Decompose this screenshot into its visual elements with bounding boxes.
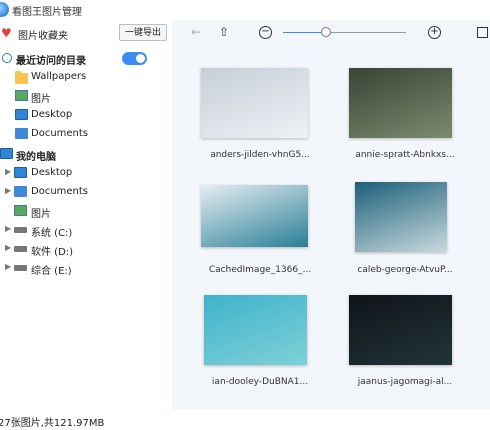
sidebar-item-label: Desktop [31, 109, 73, 120]
recent-dirs-label: 最近访问的目录 [16, 56, 86, 67]
thumbnail-image[interactable] [201, 68, 308, 138]
sidebar-item-label: 图片 [31, 94, 51, 105]
sidebar-item-desktop-recent[interactable]: Desktop [0, 107, 172, 125]
sidebar-item-label: Wallpapers [31, 71, 87, 82]
sidebar: ♥ 图片收藏夹 一键导出 最近访问的目录 Wallpapers 图片 Deskt… [0, 20, 172, 410]
zoom-out-icon[interactable]: − [259, 26, 272, 39]
zoom-slider-fill [283, 32, 327, 33]
sidebar-item-label: 综合 (E:) [31, 266, 72, 277]
favorites-label: 图片收藏夹 [18, 31, 68, 42]
thumbnail-caption: ian-dooley-DuBNA1... [211, 377, 309, 387]
picture-icon [15, 90, 28, 101]
zoom-in-icon[interactable]: + [428, 26, 441, 39]
title-bar: 看图王图片管理 [0, 0, 490, 20]
window-title: 看图王图片管理 [12, 7, 82, 18]
chevron-right-icon[interactable]: ▶ [5, 224, 11, 233]
sidebar-item-label: 软件 (D:) [31, 247, 74, 258]
sidebar-item-documents-recent[interactable]: Documents [0, 126, 172, 144]
thumbnail-image[interactable] [204, 295, 307, 365]
thumbnail-item[interactable]: ian-dooley-DuBNA1... [200, 295, 320, 395]
thumbnail-item[interactable]: annie-spratt-Abnkxs... [345, 68, 465, 168]
thumbnail-item[interactable]: CachedImage_1366_... [200, 183, 320, 283]
thumbnail-image[interactable] [349, 68, 452, 138]
thumbnail-item[interactable]: caleb-george-AtvuP... [345, 182, 465, 283]
thumbnail-caption: anders-jilden-vhnG5... [210, 150, 310, 160]
computer-icon [0, 148, 13, 159]
sidebar-item-drive-d[interactable]: ▶ 软件 (D:) [0, 241, 172, 259]
recent-dirs-section[interactable]: 最近访问的目录 [0, 50, 172, 68]
thumbnail-item[interactable]: anders-jilden-vhnG5... [200, 68, 320, 168]
sidebar-item-label: 系统 (C:) [31, 228, 73, 239]
documents-icon [15, 128, 28, 139]
picture-icon [14, 205, 27, 216]
drive-icon [14, 265, 27, 271]
my-computer-label: 我的电脑 [16, 152, 56, 163]
sidebar-item-drive-e[interactable]: ▶ 综合 (E:) [0, 260, 172, 278]
export-button[interactable]: 一键导出 [119, 24, 167, 41]
sidebar-item-wallpapers[interactable]: Wallpapers [0, 69, 172, 87]
chevron-right-icon[interactable]: ▶ [5, 186, 11, 195]
drive-icon [14, 227, 27, 233]
up-folder-icon[interactable]: ⇧ [219, 25, 229, 39]
thumbnail-image[interactable] [355, 182, 447, 252]
sidebar-item-documents[interactable]: ▶ Documents [0, 184, 172, 202]
thumbnail-grid: anders-jilden-vhnG5... annie-spratt-Abnk… [175, 48, 490, 410]
my-computer-section[interactable]: 我的电脑 [0, 146, 172, 164]
zoom-slider[interactable] [283, 27, 406, 37]
clock-icon [2, 53, 12, 63]
heart-icon: ♥ [1, 26, 12, 40]
documents-icon [14, 186, 27, 197]
folder-icon [15, 71, 28, 84]
back-arrow-icon[interactable]: ← [191, 25, 201, 39]
monitor-icon [14, 167, 27, 178]
drive-icon [14, 246, 27, 252]
status-bar: 27张图片,共121.97MB [0, 410, 490, 430]
monitor-icon [15, 109, 28, 120]
sidebar-item-pictures[interactable]: 图片 [0, 203, 172, 221]
sidebar-item-label: Documents [31, 186, 89, 197]
thumbnail-image[interactable] [201, 185, 308, 247]
sidebar-item-drive-c[interactable]: ▶ 系统 (C:) [0, 222, 172, 240]
view-mode-icon[interactable] [477, 27, 488, 38]
recent-dirs-toggle[interactable] [122, 52, 147, 65]
thumbnail-caption: annie-spratt-Abnkxs... [355, 150, 455, 160]
zoom-slider-thumb[interactable] [321, 27, 332, 37]
thumbnail-caption: jaanus-jagomagi-al... [357, 377, 453, 387]
app-logo-icon [0, 2, 9, 17]
sidebar-item-label: Documents [31, 128, 89, 139]
thumbnail-item[interactable]: jaanus-jagomagi-al... [345, 295, 465, 395]
sidebar-item-label: Desktop [31, 167, 73, 178]
status-summary: 27张图片,共121.97MB [0, 418, 105, 429]
thumbnail-caption: caleb-george-AtvuP... [357, 265, 453, 275]
sidebar-item-label: 图片 [31, 209, 51, 220]
chevron-right-icon[interactable]: ▶ [5, 262, 11, 271]
sidebar-item-desktop[interactable]: ▶ Desktop [0, 165, 172, 183]
sidebar-item-pictures-recent[interactable]: 图片 [0, 88, 172, 106]
thumbnail-caption: CachedImage_1366_... [208, 265, 312, 275]
toolbar: ← ⇧ − + [172, 20, 490, 46]
thumbnail-image[interactable] [349, 295, 452, 365]
chevron-right-icon[interactable]: ▶ [5, 167, 11, 176]
chevron-right-icon[interactable]: ▶ [5, 243, 11, 252]
